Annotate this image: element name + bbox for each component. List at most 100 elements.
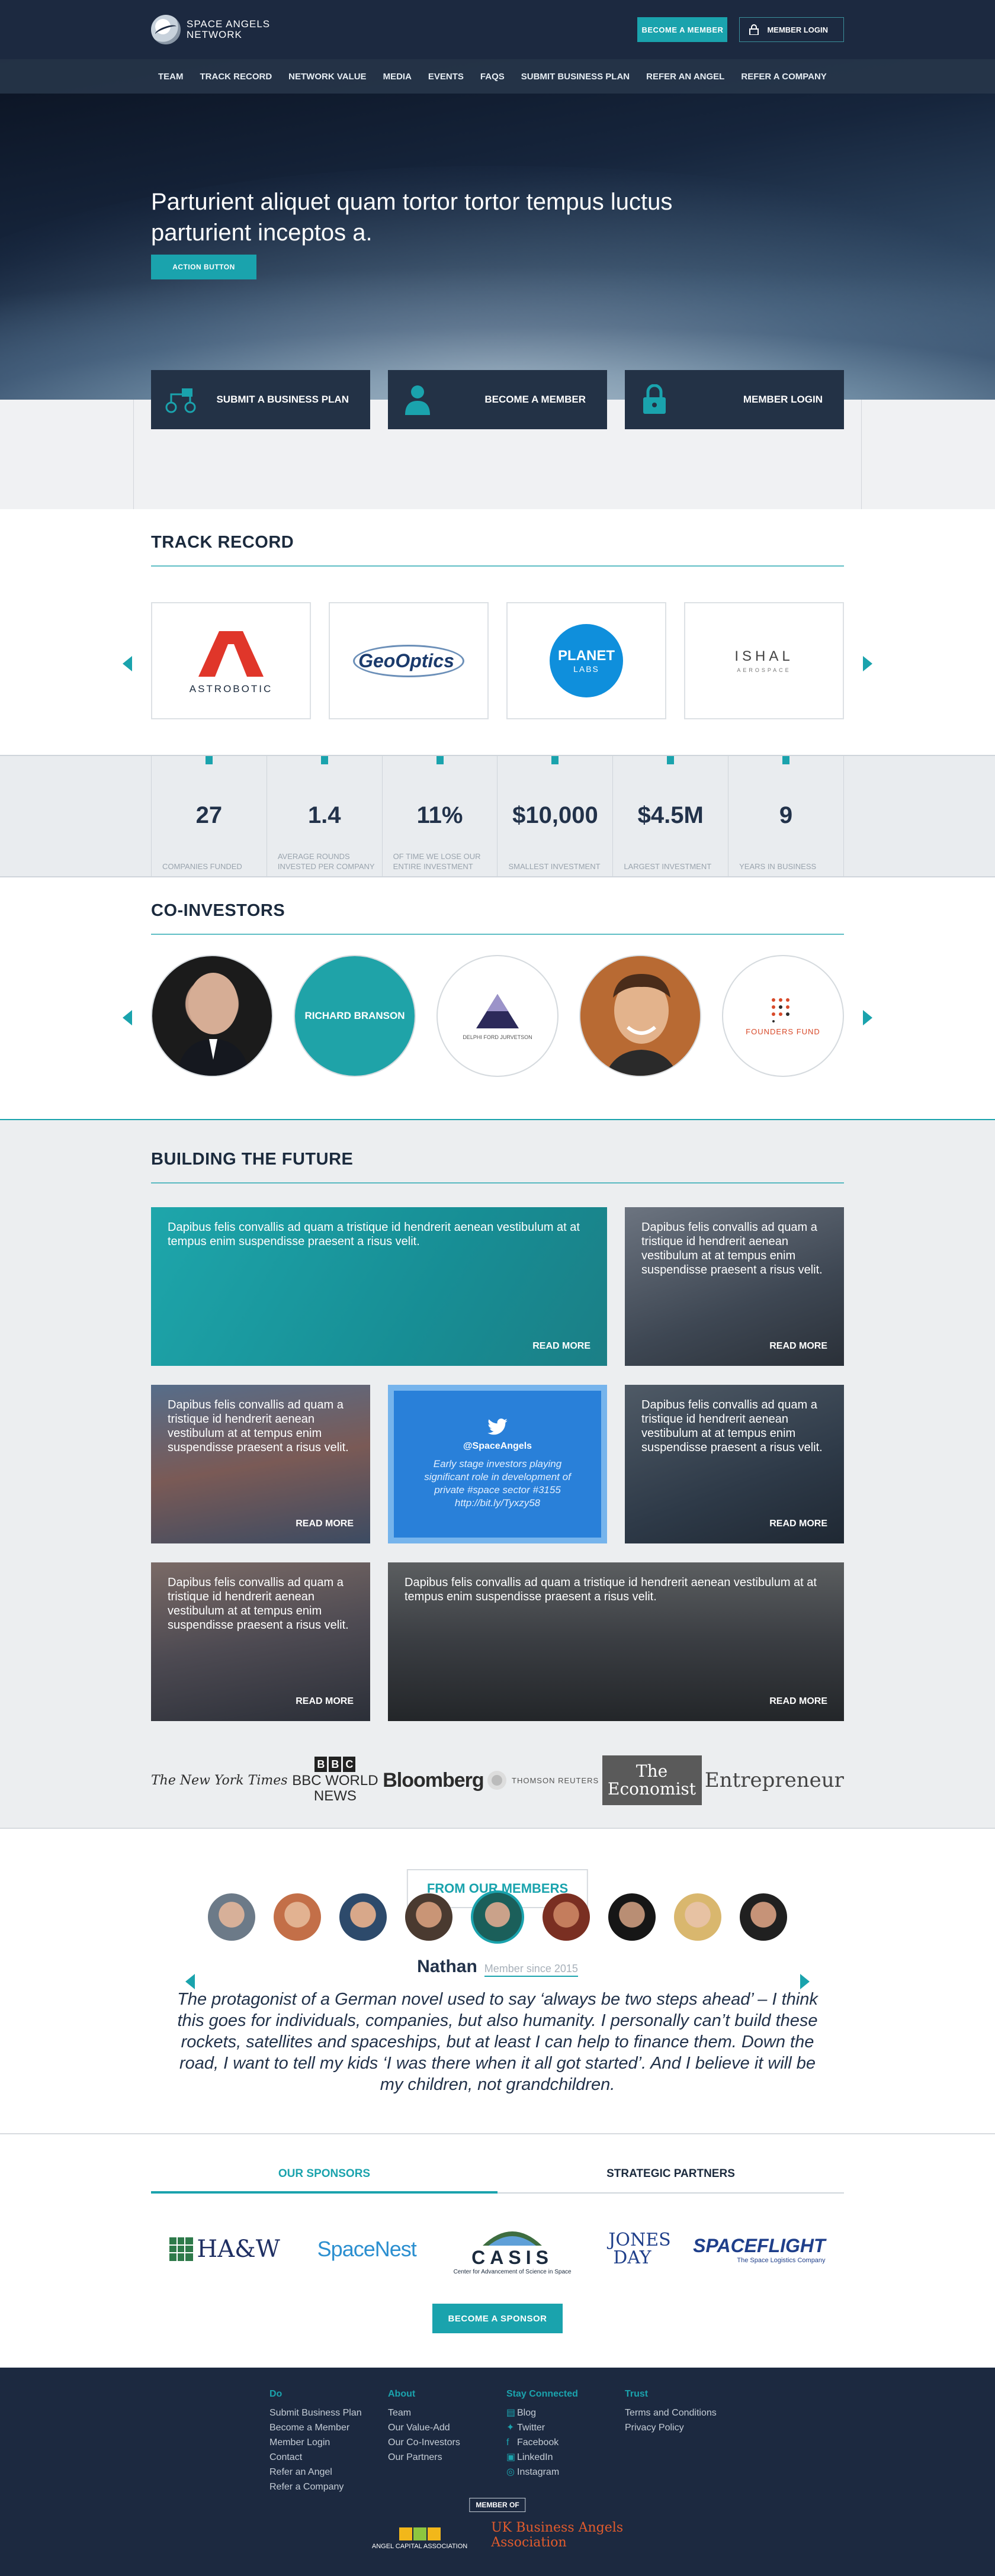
footer-link[interactable]: Submit Business Plan [269, 2405, 388, 2420]
action-become-member[interactable]: BECOME A MEMBER [388, 370, 607, 429]
footer-link[interactable]: Member Login [269, 2435, 388, 2450]
sponsor-jones-day[interactable]: JONES DAY [608, 2231, 670, 2267]
footer-link[interactable]: Contact [269, 2450, 388, 2465]
aca-logo[interactable]: ANGEL CAPITAL ASSOCIATION [372, 2527, 467, 2550]
coinvestor-dfj[interactable]: DELPHI FORD JURVETSON [436, 955, 559, 1077]
member-avatar-active[interactable] [471, 1890, 524, 1944]
logo-line1: SPACE ANGELS [187, 18, 271, 30]
nav-team[interactable]: TEAM [151, 72, 192, 82]
footer-link-facebook[interactable]: f Facebook [506, 2435, 625, 2450]
footer-link[interactable]: Team [388, 2405, 506, 2420]
story-tile[interactable]: Dapibus felis convallis ad quam a tristi… [388, 1562, 844, 1721]
press-nyt[interactable]: The New York Times [151, 1773, 288, 1788]
nav-events[interactable]: EVENTS [420, 72, 472, 82]
footer-col-title: About [388, 2389, 416, 2399]
footer-link[interactable]: Refer a Company [269, 2479, 388, 2494]
read-more-link[interactable]: READ MORE [296, 1519, 354, 1529]
become-sponsor-button[interactable]: BECOME A SPONSOR [432, 2304, 563, 2333]
ukba-logo[interactable]: UK Business Angels Association [491, 2520, 623, 2550]
member-avatar[interactable] [274, 1893, 321, 1941]
twitter-tile[interactable]: @SpaceAngels Early stage investors playi… [388, 1385, 607, 1543]
linkedin-icon: ▣ [506, 2452, 516, 2462]
press-bbc[interactable]: BBC BBC WORLD NEWS [291, 1757, 380, 1804]
read-more-link[interactable]: READ MORE [532, 1341, 590, 1352]
sponsor-casis[interactable]: CASIS Center for Advancement of Science … [454, 2223, 572, 2275]
press-bbc-label: BBC WORLD NEWS [292, 1773, 378, 1804]
read-more-link[interactable]: READ MORE [769, 1519, 827, 1529]
footer-link[interactable]: Terms and Conditions [625, 2405, 743, 2420]
member-avatar[interactable] [674, 1893, 721, 1941]
logo[interactable]: SPACE ANGELS NETWORK [151, 15, 270, 44]
sponsor-spacenest[interactable]: SpaceNest [317, 2237, 417, 2262]
nav-submit-business-plan[interactable]: SUBMIT BUSINESS PLAN [513, 72, 638, 82]
portfolio-logo-ishal[interactable]: ISHAL AEROSPACE [684, 602, 844, 719]
member-login-button[interactable]: MEMBER LOGIN [739, 17, 844, 42]
hero-action-button[interactable]: ACTION BUTTON [151, 255, 256, 279]
nav-media[interactable]: MEDIA [375, 72, 420, 82]
tab-strategic-partners[interactable]: STRATEGIC PARTNERS [498, 2167, 844, 2194]
portfolio-logo-geooptics[interactable]: GeoOptics [329, 602, 489, 719]
footer-link[interactable]: Privacy Policy [625, 2420, 743, 2435]
facebook-icon: f [506, 2437, 509, 2448]
story-tile[interactable]: Dapibus felis convallis ad quam a tristi… [625, 1207, 844, 1366]
reuters-dots-icon [487, 1771, 507, 1790]
nav-refer-a-company[interactable]: REFER A COMPANY [733, 72, 834, 82]
press-bloomberg[interactable]: Bloomberg [383, 1769, 484, 1792]
footer-link[interactable]: Our Partners [388, 2450, 506, 2465]
action-cards: SUBMIT A BUSINESS PLAN BECOME A MEMBER M… [0, 370, 995, 509]
nav-network-value[interactable]: NETWORK VALUE [280, 72, 374, 82]
footer-link[interactable]: Our Value-Add [388, 2420, 506, 2435]
members-prev-icon[interactable] [185, 1974, 195, 1989]
nav-faqs[interactable]: FAQS [472, 72, 513, 82]
coinvestor-photo[interactable] [579, 955, 701, 1077]
sponsor-haw[interactable]: HA&W [169, 2236, 280, 2263]
tab-our-sponsors[interactable]: OUR SPONSORS [151, 2167, 498, 2194]
press-economist[interactable]: The Economist [602, 1755, 702, 1805]
carousel-prev-icon[interactable] [123, 656, 132, 671]
nav-refer-an-angel[interactable]: REFER AN ANGEL [638, 72, 733, 82]
press-entrepreneur[interactable]: Entrepreneur [705, 1768, 844, 1792]
footer-link[interactable]: Refer an Angel [269, 2465, 388, 2479]
tweet-handle[interactable]: @SpaceAngels [463, 1441, 532, 1452]
stat-largest-investment: $4.5M LARGEST INVESTMENT [612, 756, 728, 876]
carousel-next-icon[interactable] [863, 656, 872, 671]
footer-col-title: Do [269, 2389, 283, 2399]
story-tile[interactable]: Dapibus felis convallis ad quam a tristi… [625, 1385, 844, 1543]
story-tile[interactable]: Dapibus felis convallis ad quam a tristi… [151, 1562, 370, 1721]
member-avatar[interactable] [339, 1893, 387, 1941]
member-avatar[interactable] [740, 1893, 787, 1941]
member-login-label: MEMBER LOGIN [767, 25, 828, 34]
read-more-link[interactable]: READ MORE [769, 1341, 827, 1352]
stat-value: $4.5M [637, 802, 704, 828]
member-avatar[interactable] [608, 1893, 656, 1941]
sponsor-spaceflight[interactable]: SPACEFLIGHT The Space Logistics Company [693, 2235, 825, 2264]
become-member-button[interactable]: BECOME A MEMBER [637, 17, 728, 42]
member-avatar[interactable] [208, 1893, 255, 1941]
member-avatar[interactable] [543, 1893, 590, 1941]
action-submit-business-plan[interactable]: SUBMIT A BUSINESS PLAN [151, 370, 370, 429]
member-avatar[interactable] [405, 1893, 452, 1941]
carousel-prev-icon[interactable] [123, 1010, 132, 1025]
divider [151, 565, 844, 567]
coinvestor-richard-branson[interactable]: RICHARD BRANSON [294, 955, 416, 1077]
footer-link[interactable]: Become a Member [269, 2420, 388, 2435]
portfolio-logo-astrobotic[interactable]: ASTROBOTIC [151, 602, 311, 719]
action-member-login[interactable]: MEMBER LOGIN [625, 370, 844, 429]
footer-link-linkedin[interactable]: ▣ LinkedIn [506, 2450, 625, 2465]
stat-value: 1.4 [307, 802, 341, 828]
coinvestor-photo[interactable] [151, 955, 273, 1077]
nav-track-record[interactable]: TRACK RECORD [192, 72, 281, 82]
footer-link-instagram[interactable]: ◎ Instagram [506, 2465, 625, 2479]
portfolio-logo-planet-labs[interactable]: PLANET LABS [506, 602, 666, 719]
read-more-link[interactable]: READ MORE [769, 1696, 827, 1707]
members-next-icon[interactable] [800, 1974, 810, 1989]
coinvestor-founders-fund[interactable]: FOUNDERS FUND [722, 955, 844, 1077]
read-more-link[interactable]: READ MORE [296, 1696, 354, 1707]
press-thomson-reuters[interactable]: THOMSON REUTERS [487, 1770, 599, 1790]
footer-link-blog[interactable]: ▤ Blog [506, 2405, 625, 2420]
footer-link-twitter[interactable]: ✦ Twitter [506, 2420, 625, 2435]
story-tile[interactable]: Dapibus felis convallis ad quam a tristi… [151, 1385, 370, 1543]
story-tile[interactable]: Dapibus felis convallis ad quam a tristi… [151, 1207, 607, 1366]
carousel-next-icon[interactable] [863, 1010, 872, 1025]
footer-link[interactable]: Our Co-Investors [388, 2435, 506, 2450]
